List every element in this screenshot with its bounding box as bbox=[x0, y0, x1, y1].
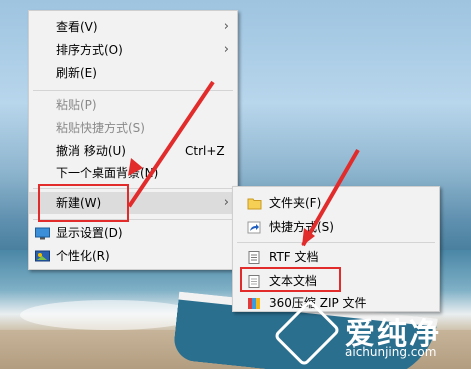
arrowhead-icon bbox=[302, 228, 315, 246]
arrowhead-icon bbox=[128, 158, 143, 176]
watermark-url: aichunjing.com bbox=[345, 345, 437, 359]
watermark-logo: 爱纯净 aichunjing.com bbox=[273, 299, 471, 369]
logo-mark-icon bbox=[273, 299, 341, 367]
